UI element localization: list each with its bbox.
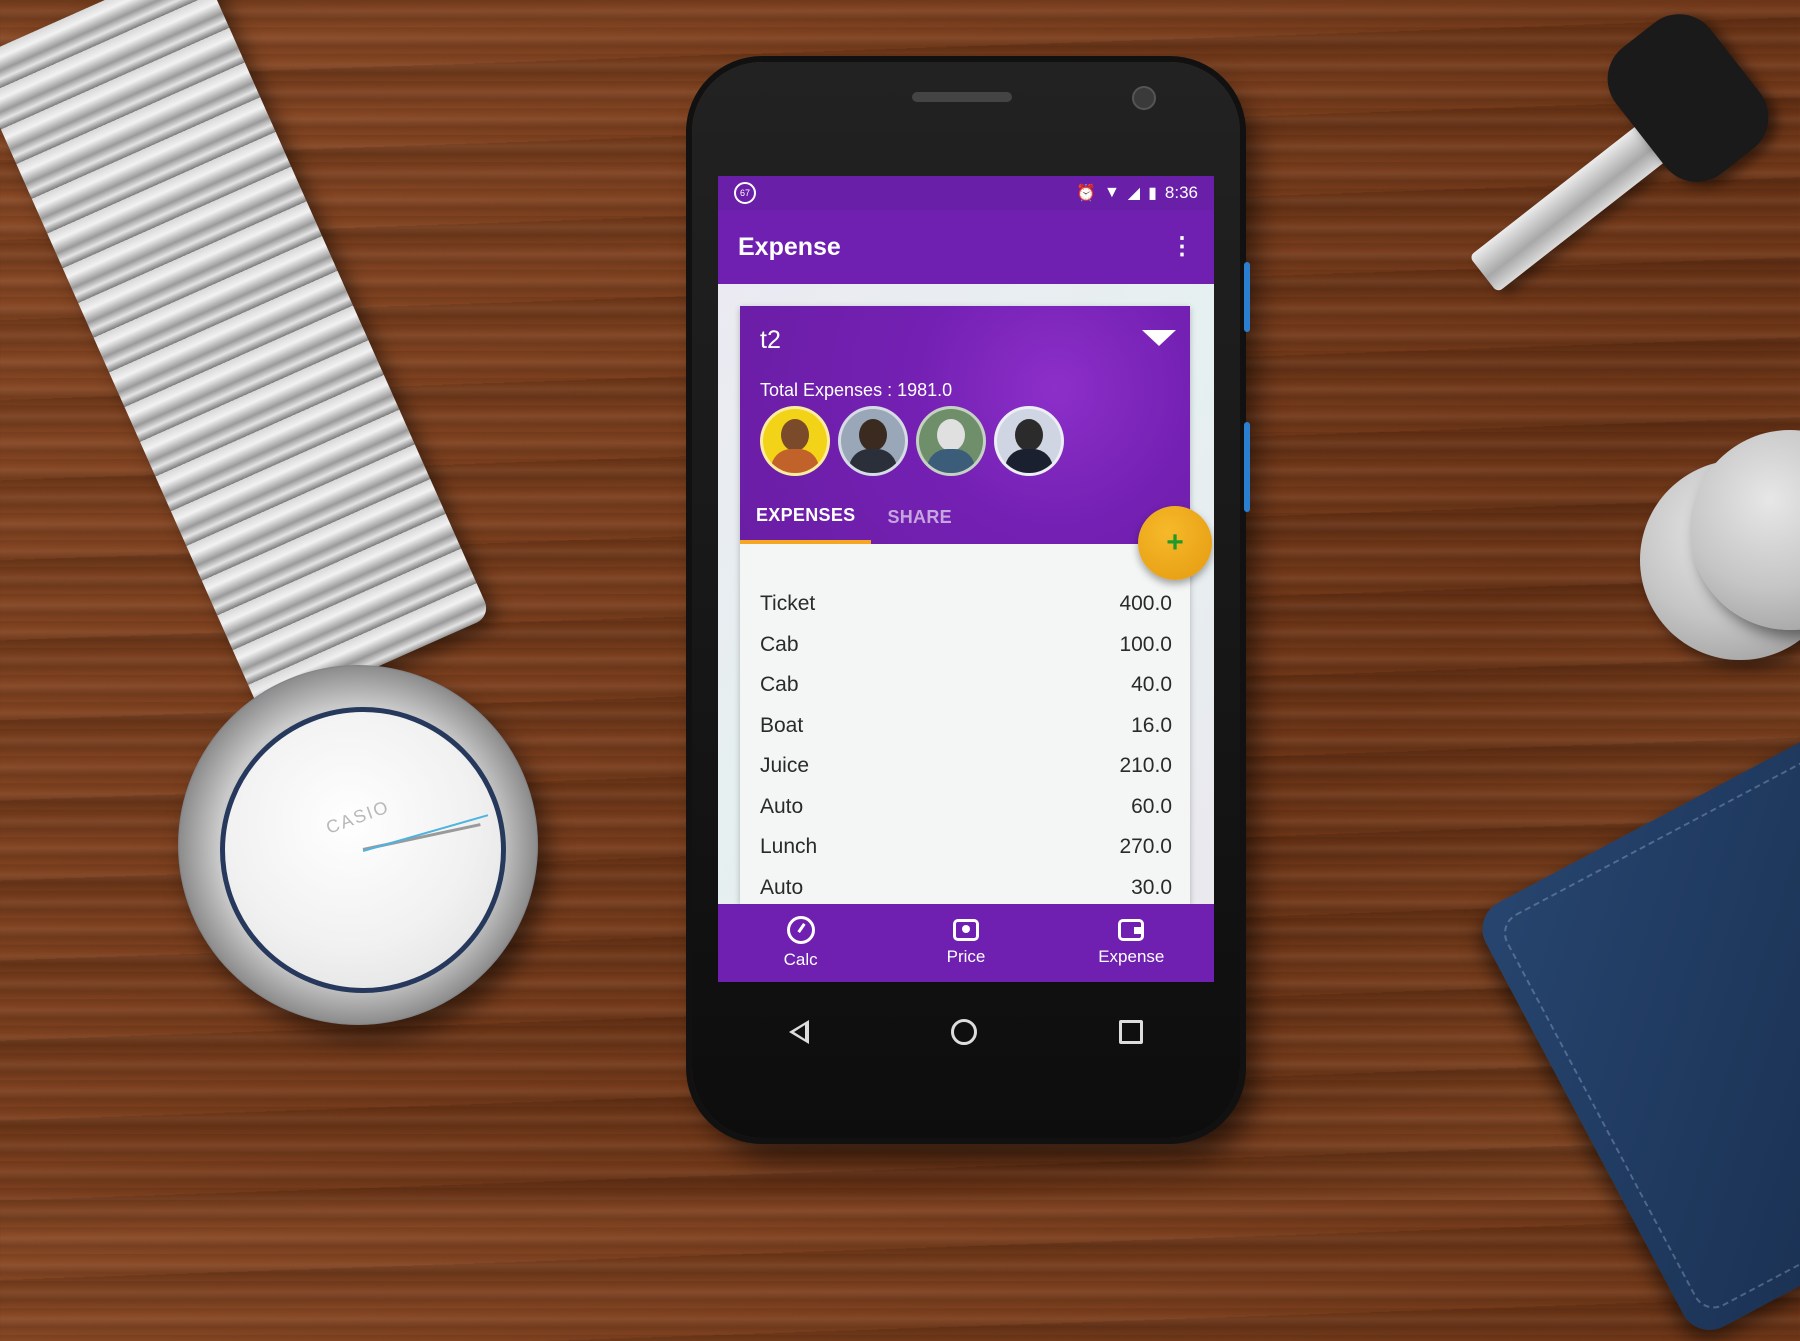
- notification-badge-icon: 67: [734, 182, 756, 204]
- recent-apps-icon[interactable]: [1119, 1020, 1143, 1044]
- list-item[interactable]: Lunch 270.0: [760, 827, 1172, 868]
- status-icons: ⏰ ▼ ◢ ▮ 8:36: [1076, 183, 1198, 203]
- group-card-header: t2 Total Expenses : 1981.0 EXPENSES SHAR…: [740, 306, 1212, 580]
- car-key: [1373, 0, 1800, 418]
- nav-item-price[interactable]: Price: [906, 919, 1026, 967]
- nav-item-calc[interactable]: Calc: [741, 916, 861, 970]
- nav-label: Calc: [783, 950, 818, 969]
- expense-name: Lunch: [760, 835, 818, 859]
- system-navigation: [718, 1002, 1214, 1062]
- status-time: 8:36: [1164, 183, 1198, 202]
- expense-name: Cab: [760, 673, 799, 697]
- more-vert-icon[interactable]: ⋮: [1170, 235, 1194, 259]
- alarm-icon: ⏰: [1076, 185, 1096, 202]
- nav-label: Price: [946, 947, 986, 966]
- list-item[interactable]: Boat 16.0: [760, 706, 1172, 747]
- status-bar: 67 ⏰ ▼ ◢ ▮ 8:36: [718, 176, 1214, 210]
- avatar[interactable]: [760, 406, 830, 476]
- phone: 67 ⏰ ▼ ◢ ▮ 8:36 Expense ⋮ t2 Total Expen…: [692, 62, 1250, 1138]
- phone-camera: [1132, 86, 1156, 110]
- avatar[interactable]: [994, 406, 1064, 476]
- nav-item-expense[interactable]: Expense: [1071, 919, 1191, 967]
- phone-screen: 67 ⏰ ▼ ◢ ▮ 8:36 Expense ⋮ t2 Total Expen…: [718, 176, 1214, 982]
- phone-side-button: [1244, 262, 1250, 332]
- list-item[interactable]: Cab 100.0: [760, 625, 1172, 666]
- expense-name: Auto: [760, 794, 804, 818]
- app-title: Expense: [738, 232, 841, 261]
- signal-icon: ◢: [1127, 185, 1141, 202]
- expense-amount: 210.0: [1119, 754, 1172, 778]
- expense-name: Boat: [760, 713, 804, 737]
- avatar[interactable]: [916, 406, 986, 476]
- wifi-icon: ▼: [1103, 184, 1120, 201]
- expense-amount: 270.0: [1119, 835, 1172, 859]
- expense-name: Cab: [760, 632, 799, 656]
- dropdown-arrow-icon[interactable]: [1142, 330, 1176, 346]
- list-item[interactable]: Ticket 400.0: [760, 584, 1172, 625]
- content-area: t2 Total Expenses : 1981.0 EXPENSES SHAR…: [718, 284, 1214, 904]
- watch-brand: CASIO: [323, 796, 393, 838]
- tab-expenses[interactable]: EXPENSES: [740, 490, 872, 544]
- expense-amount: 60.0: [1131, 794, 1172, 818]
- expense-amount: 400.0: [1119, 592, 1172, 616]
- list-item[interactable]: Auto 30.0: [760, 868, 1172, 909]
- group-card: t2 Total Expenses : 1981.0 EXPENSES SHAR…: [740, 306, 1212, 904]
- speedometer-icon: [786, 916, 815, 944]
- add-expense-button[interactable]: +: [1138, 506, 1212, 580]
- list-item[interactable]: Auto 60.0: [760, 787, 1172, 828]
- avatar[interactable]: [838, 406, 908, 476]
- phone-speaker: [912, 92, 1012, 102]
- home-icon[interactable]: [951, 1019, 977, 1045]
- total-expenses-label: Total Expenses : 1981.0: [760, 380, 953, 400]
- watch-face: CASIO: [220, 707, 506, 993]
- back-icon[interactable]: [789, 1020, 809, 1044]
- phone-side-button: [1244, 422, 1250, 512]
- wallet: [1471, 719, 1800, 1341]
- list-item[interactable]: Juice 210.0: [760, 746, 1172, 787]
- nav-label: Expense: [1098, 947, 1165, 966]
- list-item[interactable]: Cab 40.0: [760, 665, 1172, 706]
- tab-share[interactable]: SHARE: [871, 490, 968, 544]
- app-bar: Expense ⋮: [718, 210, 1214, 284]
- money-icon: [952, 919, 979, 941]
- expense-amount: 16.0: [1131, 713, 1172, 737]
- battery-icon: ▮: [1148, 185, 1157, 202]
- expense-name: Ticket: [760, 592, 816, 616]
- expense-amount: 30.0: [1131, 875, 1172, 899]
- member-avatars: [760, 406, 1064, 476]
- watch-band: [0, 0, 492, 718]
- group-name: t2: [760, 326, 781, 354]
- tab-bar: EXPENSES SHARE: [740, 490, 968, 544]
- expense-amount: 100.0: [1119, 632, 1172, 656]
- wallet-icon: [1118, 919, 1145, 941]
- wristwatch: CASIO: [178, 665, 538, 1025]
- bottom-navigation: Calc Price Expense: [718, 904, 1214, 982]
- expense-amount: 40.0: [1131, 673, 1172, 697]
- expense-name: Auto: [760, 875, 804, 899]
- expense-name: Juice: [760, 754, 810, 778]
- expense-list: Ticket 400.0 Cab 100.0 Cab 40.0 Boat 16.…: [740, 584, 1190, 908]
